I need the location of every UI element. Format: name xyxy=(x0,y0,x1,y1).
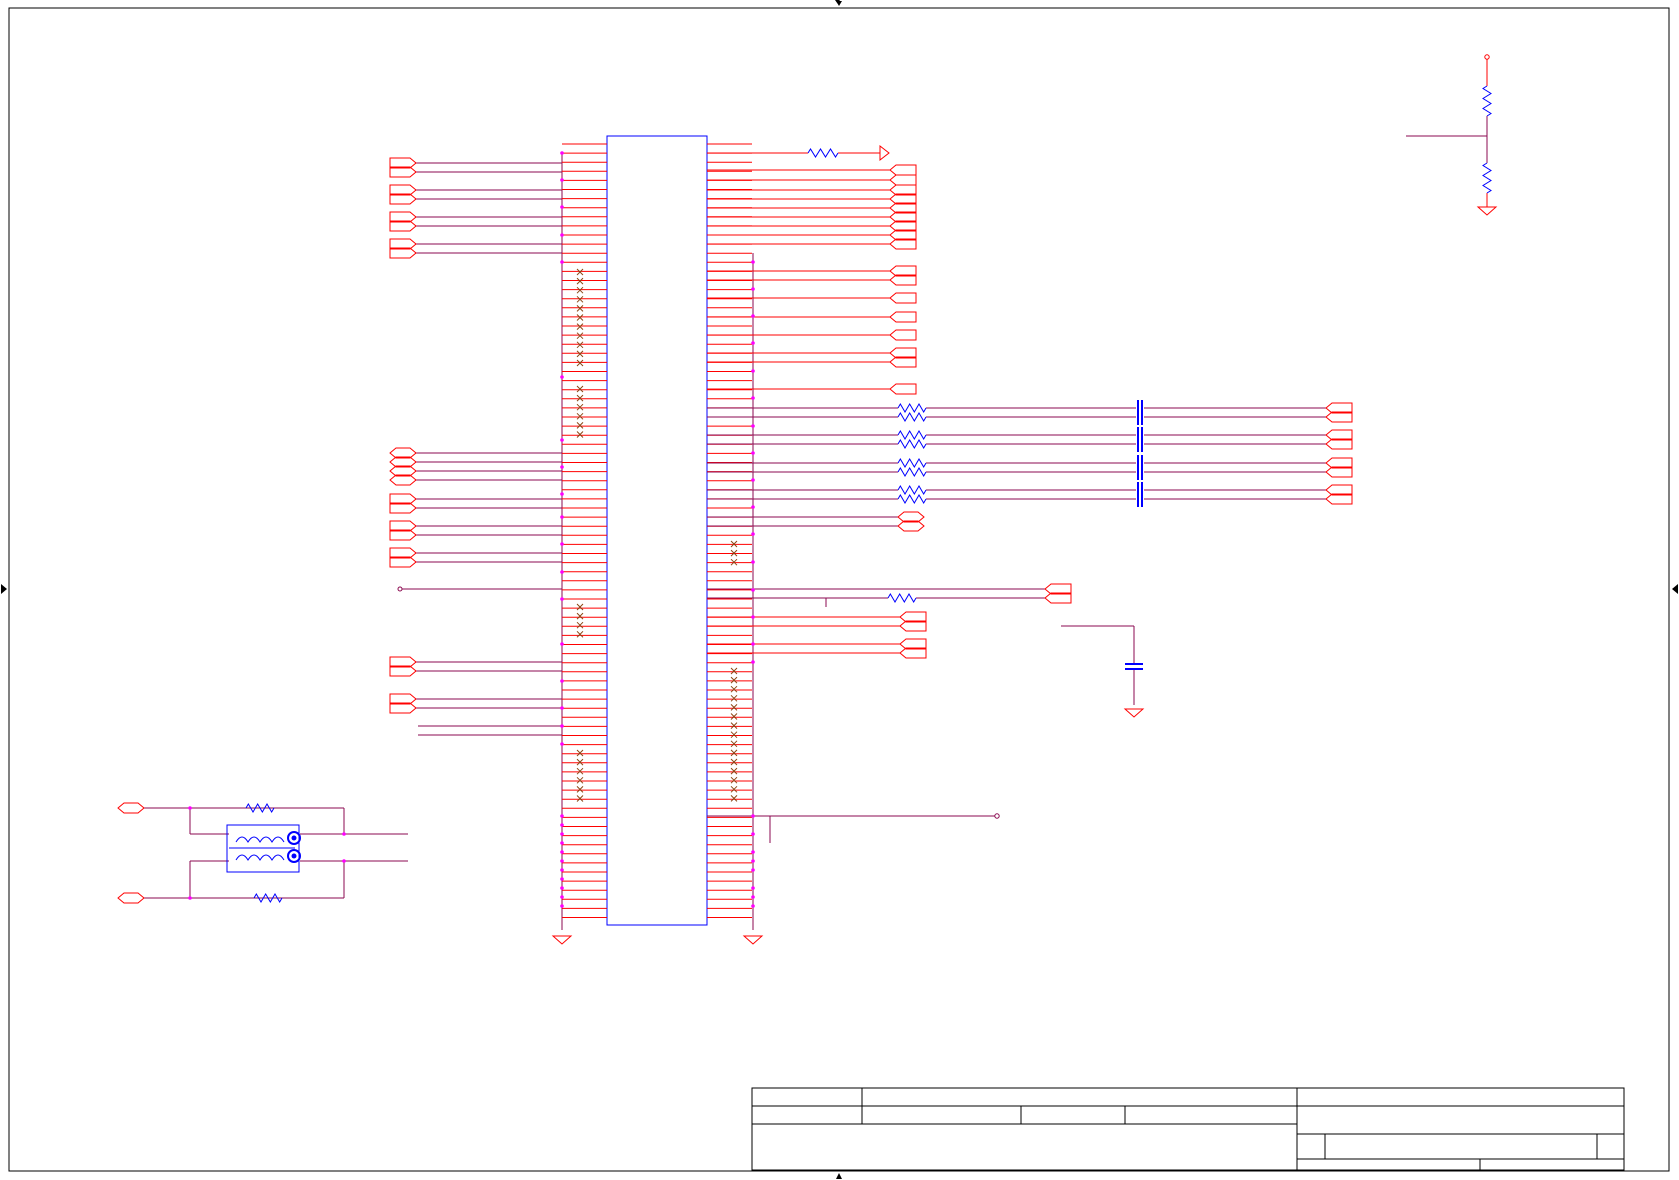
junction-dot xyxy=(560,859,564,863)
junction-dot xyxy=(560,205,564,209)
junction-dot xyxy=(751,260,755,264)
junction-dot xyxy=(560,515,564,519)
junction-dot xyxy=(560,904,564,908)
junction-dot xyxy=(560,151,564,155)
port-flag-icon xyxy=(889,292,917,304)
junction-dot xyxy=(342,832,346,836)
resistor-icon xyxy=(1482,85,1492,117)
junction-dot xyxy=(560,233,564,237)
junction-dot xyxy=(560,706,564,710)
junction-dot xyxy=(560,832,564,836)
open-terminal xyxy=(1484,54,1490,60)
junction-dot xyxy=(751,642,755,646)
resistor-icon xyxy=(897,494,927,504)
junction-dot xyxy=(188,806,192,810)
junction-dot xyxy=(751,886,755,890)
junction-dot xyxy=(751,532,755,536)
junction-dot xyxy=(560,724,564,728)
resistor-icon xyxy=(245,803,275,813)
junction-dot xyxy=(342,859,346,863)
junction-dot xyxy=(751,369,755,373)
resistor-icon xyxy=(897,403,927,413)
right-pin-stubs xyxy=(707,143,752,918)
junction-dot xyxy=(560,178,564,182)
junction-dot xyxy=(560,868,564,872)
junction-dot xyxy=(560,465,564,469)
junction-dot xyxy=(560,823,564,827)
open-terminal xyxy=(994,813,1000,819)
junction-dot xyxy=(751,660,755,664)
junction-dot xyxy=(560,492,564,496)
left-pin-stubs xyxy=(562,143,607,918)
junction-dot xyxy=(751,588,755,592)
port-flag-icon xyxy=(889,174,917,186)
port-flag-icon xyxy=(889,329,917,341)
junction-dot xyxy=(560,850,564,854)
port-flag-icon xyxy=(117,892,145,904)
junction-dot xyxy=(560,438,564,442)
junction-dot xyxy=(751,287,755,291)
junction-dot xyxy=(751,832,755,836)
junction-dot xyxy=(751,904,755,908)
title-block xyxy=(751,1087,1625,1171)
junction-dot xyxy=(751,850,755,854)
junction-dot xyxy=(560,542,564,546)
ground-icon xyxy=(551,935,573,945)
junction-dot xyxy=(560,742,564,746)
ground-symbols xyxy=(551,206,1498,945)
resistor-icon xyxy=(887,593,917,603)
junction-dot xyxy=(751,424,755,428)
junction-dot xyxy=(560,260,564,264)
ground-icon xyxy=(1476,206,1498,216)
junction-dot xyxy=(751,859,755,863)
resistor-icon xyxy=(897,439,927,449)
port-flags xyxy=(117,144,1353,904)
junction-dot xyxy=(751,314,755,318)
resistor-icon xyxy=(807,148,839,158)
port-flag-icon xyxy=(889,383,917,395)
resistor-icon xyxy=(897,412,927,422)
junction-dot xyxy=(560,642,564,646)
junction-dot xyxy=(751,895,755,899)
junction-dot xyxy=(560,895,564,899)
port-flag-icon xyxy=(889,311,917,323)
junction-dot xyxy=(560,886,564,890)
junction-dot xyxy=(560,570,564,574)
junction-dot xyxy=(751,478,755,482)
ground-icon xyxy=(742,935,764,945)
port-flag-icon xyxy=(889,164,917,176)
junction-dot xyxy=(560,375,564,379)
port-flag-icon xyxy=(879,144,890,162)
schematic-canvas xyxy=(1,0,1678,1179)
resistor-icon xyxy=(253,893,283,903)
resistor-icon xyxy=(897,458,927,468)
junction-dot xyxy=(751,868,755,872)
transformer-icon xyxy=(226,824,301,873)
junction-dot xyxy=(751,615,755,619)
resistor-icon xyxy=(897,430,927,440)
junction-dot xyxy=(560,679,564,683)
schematic-sheet xyxy=(0,0,1679,1180)
junction-dot xyxy=(188,896,192,900)
port-flag-icon xyxy=(117,802,145,814)
junction-dot xyxy=(751,451,755,455)
ground-icon xyxy=(1123,708,1145,718)
junction-dot xyxy=(751,505,755,509)
junction-dot xyxy=(751,814,755,818)
junction-dot xyxy=(560,597,564,601)
resistor-icon xyxy=(897,467,927,477)
connector-ic-body xyxy=(606,135,708,926)
resistor-icon xyxy=(1482,162,1492,194)
resistor-icon xyxy=(897,485,927,495)
junction-dot xyxy=(751,396,755,400)
junction-dot xyxy=(560,814,564,818)
open-terminal xyxy=(397,586,403,592)
junction-dot xyxy=(560,841,564,845)
junction-dots xyxy=(188,54,1490,908)
junction-dot xyxy=(751,560,755,564)
junction-dot xyxy=(560,877,564,881)
net-wires xyxy=(144,59,1488,899)
junction-dot xyxy=(751,341,755,345)
